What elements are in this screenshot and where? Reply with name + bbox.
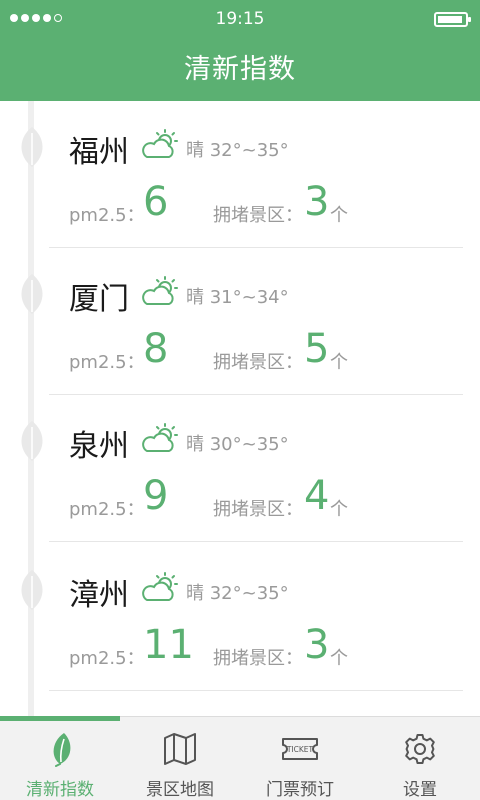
leaf-icon <box>21 127 43 167</box>
congested-spots-value: 3 <box>304 622 330 668</box>
pm25-value: 11 <box>143 622 194 668</box>
congested-spots-label: 拥堵景区： <box>213 499 303 520</box>
city-list[interactable]: 福州 晴 32°~35° pm2.5： 6 拥堵景区： 3 个 厦门 晴 31°… <box>0 101 480 716</box>
leaf-icon <box>21 421 43 461</box>
sunny-cloud-icon <box>142 129 178 158</box>
tab-label: 清新指数 <box>26 780 94 800</box>
weather-text: 晴 31°~34° <box>186 287 289 308</box>
city-card[interactable]: 厦门 晴 31°~34° pm2.5： 8 拥堵景区： 5 个 <box>0 248 480 395</box>
ticket-icon-text: TICKET <box>286 745 314 754</box>
weather-text: 晴 32°~35° <box>186 140 289 161</box>
pm25-label: pm2.5： <box>69 205 145 226</box>
battery-icon <box>434 12 471 27</box>
tab-label: 设置 <box>403 780 437 800</box>
pm25-value: 6 <box>143 179 169 225</box>
congested-spots-value: 3 <box>304 179 330 225</box>
pm25-label: pm2.5： <box>69 499 145 520</box>
congested-spots-value: 5 <box>304 326 330 372</box>
ticket-icon: TICKET <box>282 738 318 760</box>
congested-spots-unit: 个 <box>330 499 348 520</box>
city-name: 福州 <box>69 135 129 170</box>
congested-spots-value: 4 <box>304 473 330 519</box>
tab-bar: 清新指数 景区地图 TICKET 门票预订 设置 <box>0 716 480 800</box>
leaf-icon <box>21 570 43 610</box>
tab-ticket-booking[interactable]: TICKET 门票预订 <box>240 717 360 800</box>
weather-text: 晴 30°~35° <box>186 434 289 455</box>
tab-label: 景区地图 <box>146 780 214 800</box>
sunny-cloud-icon <box>142 572 178 601</box>
city-card[interactable]: 泉州 晴 30°~35° pm2.5： 9 拥堵景区： 4 个 <box>0 395 480 542</box>
pm25-value: 9 <box>143 473 169 519</box>
congested-spots-label: 拥堵景区： <box>213 352 303 373</box>
tab-settings[interactable]: 设置 <box>360 717 480 800</box>
status-time: 19:15 <box>215 9 265 29</box>
sunny-cloud-icon <box>142 423 178 452</box>
city-name: 泉州 <box>69 429 129 464</box>
leaf-icon <box>53 733 71 767</box>
pm25-label: pm2.5： <box>69 648 145 669</box>
city-name: 漳州 <box>69 578 129 613</box>
city-card[interactable]: 福州 晴 32°~35° pm2.5： 6 拥堵景区： 3 个 <box>0 101 480 248</box>
leaf-icon <box>21 274 43 314</box>
tab-scenic-map[interactable]: 景区地图 <box>120 717 240 800</box>
page-title: 清新指数 <box>184 54 296 85</box>
map-icon <box>164 733 196 765</box>
congested-spots-unit: 个 <box>330 205 348 226</box>
pm25-label: pm2.5： <box>69 352 145 373</box>
tab-label: 门票预订 <box>266 780 334 800</box>
divider <box>49 541 463 542</box>
weather-text: 晴 32°~35° <box>186 583 289 604</box>
tab-fresh-index[interactable]: 清新指数 <box>0 717 120 800</box>
congested-spots-label: 拥堵景区： <box>213 648 303 669</box>
sunny-cloud-icon <box>142 276 178 305</box>
gear-icon <box>405 734 435 764</box>
congested-spots-unit: 个 <box>330 648 348 669</box>
header-bar: 清新指数 <box>0 38 480 101</box>
congested-spots-unit: 个 <box>330 352 348 373</box>
pm25-value: 8 <box>143 326 169 372</box>
divider <box>49 690 463 691</box>
city-card[interactable]: 漳州 晴 32°~35° pm2.5： 11 拥堵景区： 3 个 <box>0 544 480 691</box>
status-bar: 19:15 <box>0 0 480 38</box>
congested-spots-label: 拥堵景区： <box>213 205 303 226</box>
city-name: 厦门 <box>69 282 129 317</box>
